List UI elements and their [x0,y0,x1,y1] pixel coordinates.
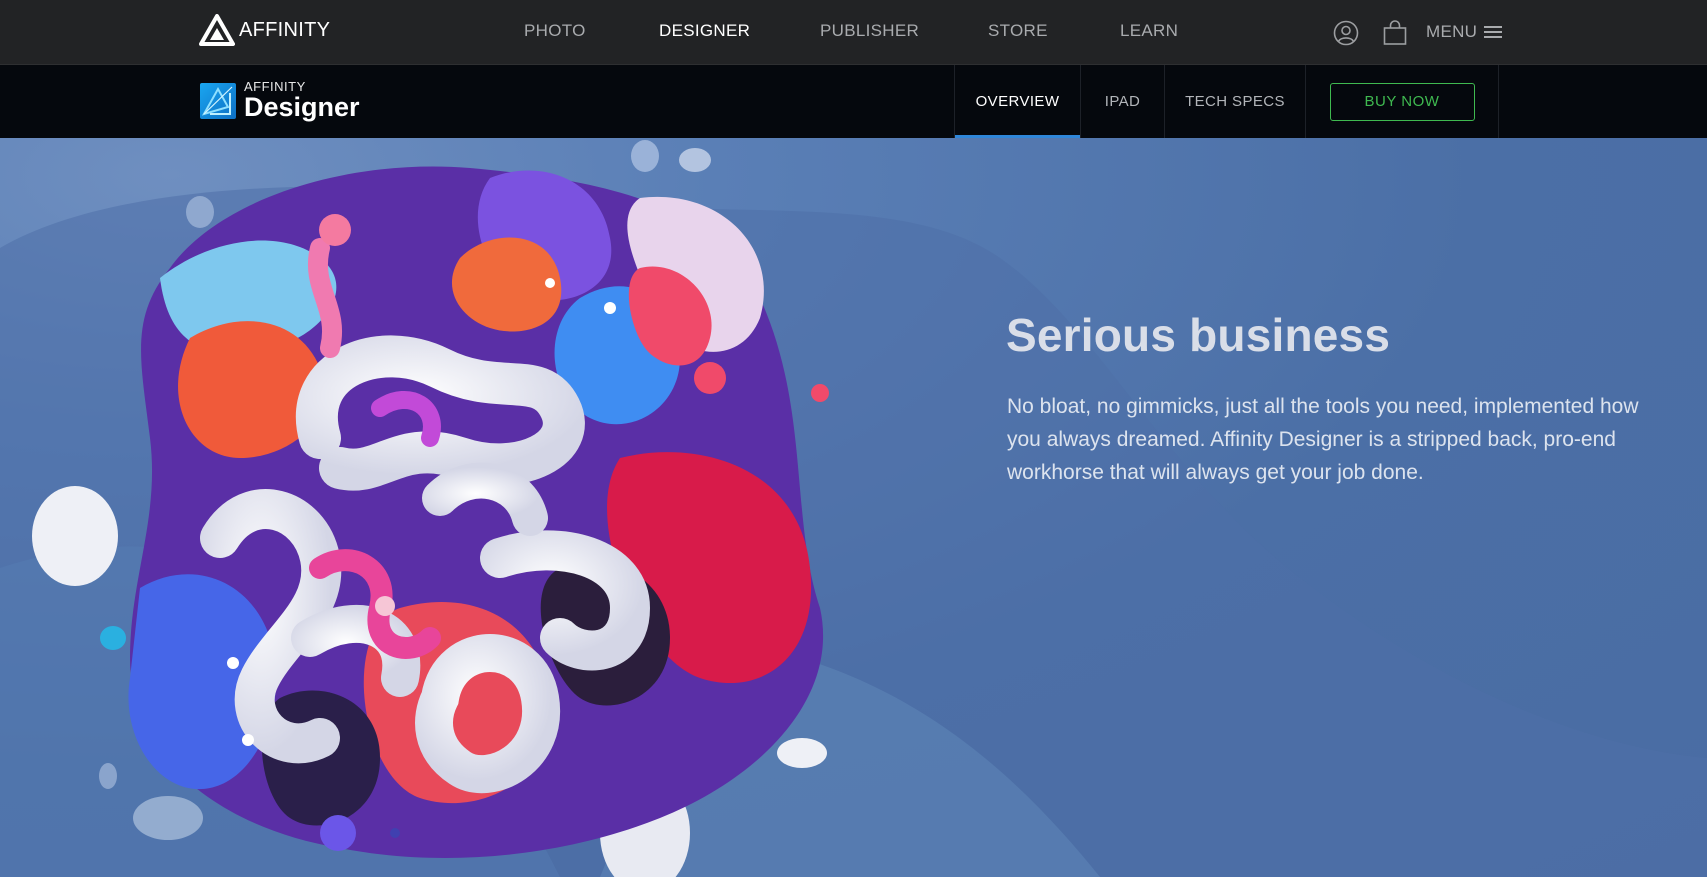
designer-app-icon [200,82,236,119]
affinity-logo-link[interactable]: AFFINITY [199,14,330,46]
nav-link-photo[interactable]: PHOTO [524,21,586,41]
hero-description: No bloat, no gimmicks, just all the tool… [1007,395,1639,484]
nav-link-designer[interactable]: DESIGNER [659,21,750,41]
product-name: Designer [244,92,360,122]
designer-product-logo[interactable]: AFFINITY Designer [200,80,360,121]
user-circle-icon [1333,20,1359,46]
nav-link-learn[interactable]: LEARN [1120,21,1178,41]
shopping-bag-icon [1383,20,1407,45]
brand-wordmark: AFFINITY [239,18,331,41]
affinity-logo-icon [199,14,235,46]
global-nav: AFFINITY PHOTO DESIGNER PUBLISHER STORE … [0,0,1707,65]
buy-now-container: BUY NOW [1305,65,1499,138]
nav-link-store[interactable]: STORE [988,21,1048,41]
account-button[interactable] [1332,19,1360,47]
hero-section: Serious business No bloat, no gimmicks, … [0,138,1707,877]
product-name-stack: AFFINITY Designer [244,80,360,121]
buy-now-button[interactable]: BUY NOW [1329,82,1475,121]
menu-label: MENU [1426,22,1478,41]
tab-ipad[interactable]: IPAD [1080,65,1164,138]
tab-overview[interactable]: OVERVIEW [954,65,1080,138]
hamburger-icon [1484,26,1503,38]
tab-tech-specs[interactable]: TECH SPECS [1164,65,1305,138]
abstract-blob-illustration [32,140,829,877]
nav-link-publisher[interactable]: PUBLISHER [820,21,919,41]
cart-button[interactable] [1381,19,1409,47]
menu-button[interactable]: MENU [1426,22,1503,42]
product-tabs: OVERVIEW IPAD TECH SPECS BUY NOW [954,65,1499,138]
product-nav: AFFINITY Designer OVERVIEW IPAD TECH SPE… [0,65,1707,138]
hero-title: Serious business [1006,309,1391,361]
